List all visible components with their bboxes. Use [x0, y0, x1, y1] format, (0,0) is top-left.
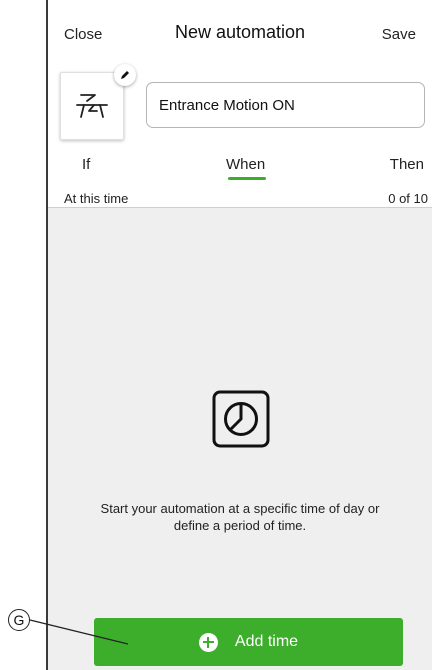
- tab-then[interactable]: Then: [390, 156, 424, 173]
- automation-name-input[interactable]: [146, 82, 425, 128]
- automation-icon-button[interactable]: [60, 72, 124, 140]
- tab-if[interactable]: If: [82, 156, 90, 173]
- section-label: At this time: [64, 191, 129, 206]
- add-time-label: Add time: [234, 633, 299, 650]
- pencil-glyph: [121, 71, 129, 79]
- tab-bar: If When Then: [48, 152, 432, 182]
- page-title: New automation: [174, 22, 306, 42]
- callout-marker: G: [8, 609, 30, 631]
- plus-circle-icon: [198, 632, 218, 652]
- section-count: 0 of 10: [388, 191, 428, 206]
- add-time-button[interactable]: Add time: [94, 618, 403, 666]
- scene-icon: [76, 94, 108, 118]
- save-button[interactable]: Save: [382, 26, 416, 43]
- tab-when[interactable]: When: [226, 156, 265, 173]
- section-header: At this time 0 of 10: [48, 186, 432, 208]
- callout-letter: G: [13, 612, 25, 628]
- empty-state-area: Start your automation at a specific time…: [48, 208, 432, 670]
- clock-icon: [212, 390, 270, 448]
- header: Close New automation Save: [48, 0, 432, 66]
- pencil-icon[interactable]: [114, 64, 136, 86]
- empty-state-message: Start your automation at a specific time…: [100, 501, 380, 533]
- active-tab-indicator: [228, 177, 266, 180]
- phone-screen: Close New automation Save If When Then A…: [46, 0, 432, 670]
